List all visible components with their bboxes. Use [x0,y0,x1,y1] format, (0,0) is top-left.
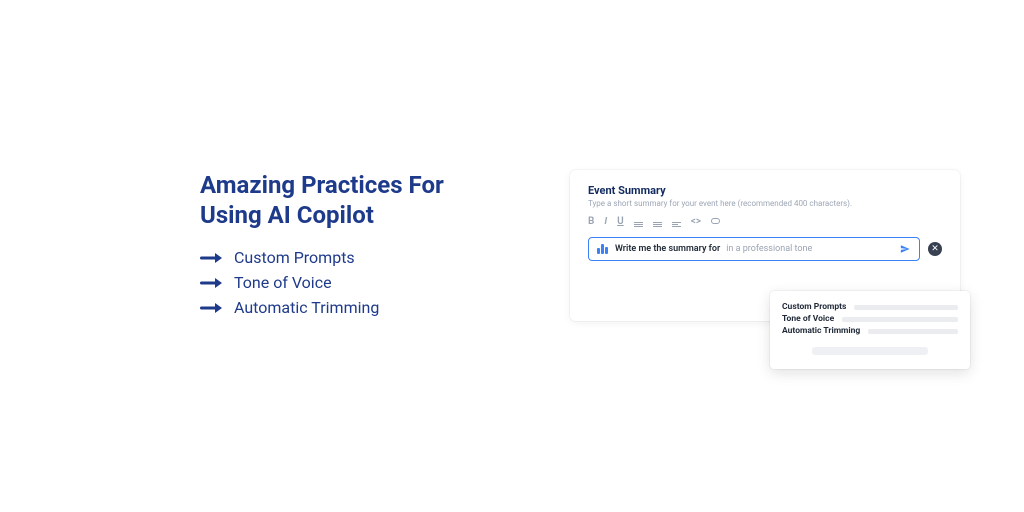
suggestion-item[interactable]: Custom Prompts [782,301,958,313]
feature-label: Automatic Trimming [234,298,379,317]
close-button[interactable]: ✕ [928,242,942,256]
list-icon [634,222,643,227]
code-button[interactable]: <> [691,217,701,227]
feature-label: Custom Prompts [234,248,355,267]
send-icon [900,244,910,254]
arrow-right-icon [200,301,222,315]
link-icon [711,218,720,224]
arrow-right-icon [200,251,222,265]
placeholder-bar [842,317,958,322]
suggestion-label: Tone of Voice [782,314,834,324]
marketing-copy: Amazing Practices For Using AI Copilot C… [200,170,500,317]
editor-preview: Event Summary Type a short summary for y… [570,170,960,321]
placeholder-bar [868,329,958,334]
link-button[interactable] [711,217,720,227]
feature-label: Tone of Voice [234,273,332,292]
suggestion-label: Custom Prompts [782,302,846,312]
placeholder-bar [812,347,928,355]
close-icon: ✕ [931,245,939,254]
editor-card: Event Summary Type a short summary for y… [570,170,960,321]
numbered-list-button[interactable] [653,216,662,227]
arrow-right-icon [200,276,222,290]
align-button[interactable] [672,216,681,227]
ai-icon [597,244,609,254]
section-title: Event Summary [588,184,942,197]
section-subtitle: Type a short summary for your event here… [588,199,942,208]
suggestion-label: Automatic Trimming [782,326,860,336]
feature-list: Custom Prompts Tone of Voice Automatic T… [200,248,500,317]
prompt-text: Write me the summary for [615,244,720,254]
send-button[interactable] [899,243,911,255]
suggestion-item[interactable]: Automatic Trimming [782,325,958,337]
italic-button[interactable]: I [604,217,607,227]
prompt-hint: in a professional tone [726,244,812,254]
format-toolbar: B I U <> [588,216,942,227]
placeholder-bar [854,305,958,310]
list-icon [653,222,662,227]
align-icon [672,222,681,227]
headline: Amazing Practices For Using AI Copilot [200,170,500,230]
feature-item: Tone of Voice [200,273,500,292]
ai-prompt-input[interactable]: Write me the summary for in a profession… [588,237,920,261]
feature-item: Automatic Trimming [200,298,500,317]
underline-button[interactable]: U [617,217,624,227]
bullet-list-button[interactable] [634,216,643,227]
suggestion-item[interactable]: Tone of Voice [782,313,958,325]
bold-button[interactable]: B [588,217,594,227]
suggestion-popover: Custom Prompts Tone of Voice Automatic T… [770,291,970,369]
feature-item: Custom Prompts [200,248,500,267]
